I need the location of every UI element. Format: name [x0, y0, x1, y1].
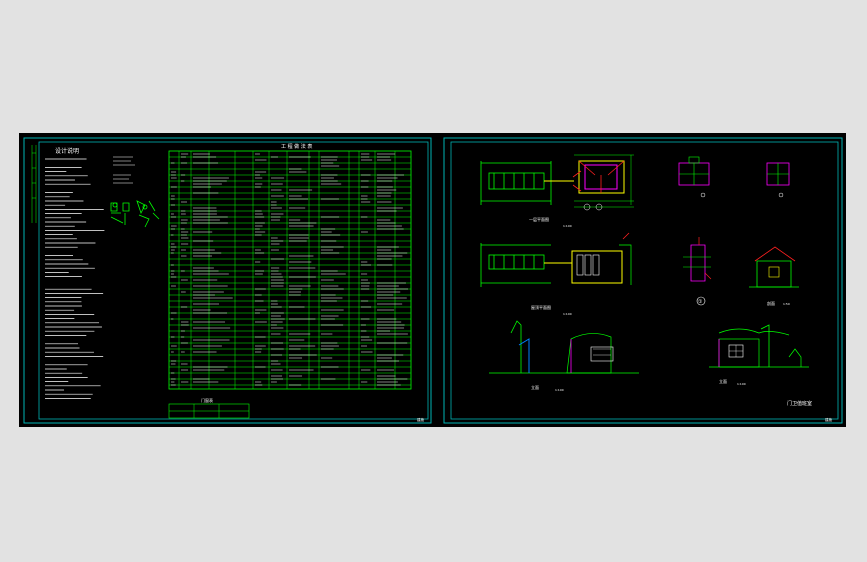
plan-1-scale: 1:100	[563, 224, 572, 228]
design-notes-title: 设计说明	[55, 147, 79, 155]
elevation-2: 立面 1:100	[709, 324, 809, 386]
right-sheet-number: 建施	[825, 417, 833, 422]
section-drawing: 剖面 1:50	[749, 246, 799, 306]
detail-marker: ①	[698, 299, 703, 305]
left-sheet-inner-frame	[38, 141, 429, 420]
small-table-title: 门窗表	[201, 397, 213, 403]
right-sheet-inner-frame	[450, 141, 839, 420]
section-label: 剖面	[767, 300, 775, 306]
plan-2-label: 屋顶平面图	[531, 304, 551, 310]
elevation-1-scale: 1:100	[555, 388, 564, 392]
title-block-name: 门卫值班室	[787, 400, 812, 407]
schedule-title: 工 程 做 法 表	[281, 143, 312, 150]
plan-1-label: 一层平面图	[529, 216, 549, 222]
schedule-grid	[169, 151, 411, 389]
left-sheet: 设计说明 工 程 做 法 表 门窗表 建施	[23, 137, 432, 424]
right-sheet: 一层平面图 1:100 屋顶平面图 1:100 立面 1:100 ① 剖面 1:…	[443, 137, 843, 424]
elevation-1-label: 立面	[531, 384, 539, 390]
elevation-2-label: 立面	[719, 378, 727, 384]
section-scale: 1:50	[783, 302, 790, 306]
cad-drawing-canvas[interactable]: 设计说明 工 程 做 法 表 门窗表 建施 一层平面图 1:100 屋顶平面图 …	[19, 133, 846, 427]
elevation-1: 立面 1:100	[489, 320, 639, 392]
schedule-cells-text	[171, 153, 409, 386]
plan-2-scale: 1:100	[563, 312, 572, 316]
drawing-svg: 设计说明 工 程 做 法 表 门窗表 建施 一层平面图 1:100 屋顶平面图 …	[23, 137, 843, 424]
design-notes-text	[45, 158, 105, 399]
detail-sketch-notes	[113, 156, 135, 184]
left-sheet-number: 建施	[417, 417, 425, 422]
schedule-table	[168, 150, 412, 390]
elevation-2-scale: 1:100	[737, 382, 746, 386]
floor-plan-2: 屋顶平面图 1:100	[480, 232, 632, 316]
window-details	[678, 156, 790, 198]
binding-strip	[31, 145, 37, 223]
detail-sketches	[110, 200, 160, 228]
wall-detail: ①	[683, 237, 712, 306]
floor-plan-1: 一层平面图 1:100	[480, 154, 634, 228]
small-table-grid	[169, 404, 249, 418]
